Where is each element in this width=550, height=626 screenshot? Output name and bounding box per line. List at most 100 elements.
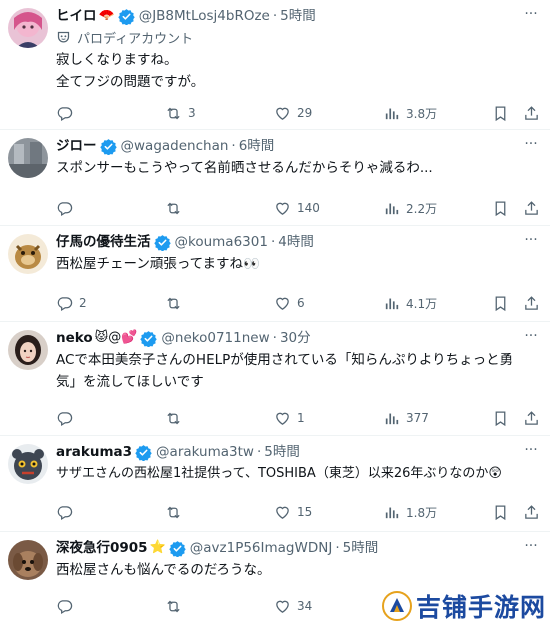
- like-button[interactable]: 140: [274, 200, 352, 217]
- display-name[interactable]: 仔馬の優待生活: [56, 231, 151, 253]
- like-count: 1: [297, 411, 305, 425]
- verified-badge-icon: [153, 234, 171, 251]
- view-count: 4.1万: [406, 296, 438, 311]
- retweet-button[interactable]: [165, 410, 243, 427]
- views-button[interactable]: 3.8万: [383, 105, 461, 122]
- view-count: 2.2万: [406, 201, 438, 216]
- views-icon: [385, 413, 399, 424]
- avatar[interactable]: [8, 540, 48, 580]
- display-name[interactable]: 深夜急行0905: [56, 537, 148, 559]
- like-button[interactable]: 6: [274, 295, 352, 312]
- display-name[interactable]: arakuma3: [56, 441, 132, 463]
- separator-dot: ·: [272, 8, 278, 24]
- like-count: 34: [297, 599, 313, 613]
- watermark-text: 吉铺手游网: [415, 593, 546, 622]
- timestamp[interactable]: 5時間: [280, 5, 316, 27]
- user-handle[interactable]: @JB8MtLosj4bROze: [139, 5, 270, 27]
- tweet-text: 西松屋さんも悩んでるのだろうな。: [56, 562, 271, 578]
- reply-button[interactable]: [56, 200, 134, 217]
- like-count: 140: [297, 201, 320, 215]
- retweet-button[interactable]: [165, 598, 243, 615]
- views-button[interactable]: 377: [383, 410, 461, 427]
- heart-icon: [276, 412, 289, 425]
- share-icon[interactable]: [523, 105, 540, 122]
- avatar[interactable]: [8, 8, 48, 48]
- name-emoji: 😾@💕: [94, 330, 138, 345]
- reply-button[interactable]: 2: [56, 295, 134, 312]
- retweet-button[interactable]: [165, 200, 243, 217]
- user-handle[interactable]: @arakuma3tw: [156, 441, 254, 463]
- avatar[interactable]: [8, 444, 48, 484]
- watermark-logo-icon: [381, 591, 412, 621]
- reply-count: 2: [79, 296, 87, 310]
- bookmark-icon[interactable]: [492, 295, 509, 312]
- views-button[interactable]: 1.8万: [383, 504, 461, 521]
- like-button[interactable]: 15: [274, 504, 352, 521]
- more-icon[interactable]: ···: [522, 537, 540, 559]
- display-name[interactable]: neko: [56, 327, 93, 349]
- share-icon[interactable]: [523, 504, 540, 521]
- tweet-text: 西松屋チェーン頑張ってますね👀: [56, 256, 260, 272]
- more-icon[interactable]: ···: [522, 135, 540, 157]
- avatar[interactable]: [8, 138, 48, 178]
- tweet[interactable]: neko 😾@💕 @neko0711new · 30分 ACで本田美奈子さんのH…: [0, 322, 550, 436]
- bookmark-icon[interactable]: [492, 200, 509, 217]
- reply-icon: [57, 411, 73, 426]
- user-handle[interactable]: @wagadenchan: [121, 135, 229, 157]
- user-handle[interactable]: @avz1P56ImagWDNJ: [190, 537, 333, 559]
- reply-button[interactable]: [56, 504, 134, 521]
- parody-text: パロディアカウント: [77, 31, 194, 47]
- reply-button[interactable]: [56, 105, 134, 122]
- tweet[interactable]: arakuma3 @arakuma3tw · 5時間 サザエさんの西松屋1社提供…: [0, 436, 550, 532]
- more-icon[interactable]: ···: [522, 5, 540, 27]
- share-icon[interactable]: [523, 295, 540, 312]
- display-name[interactable]: ヒイロ: [56, 5, 97, 27]
- heart-icon: [276, 107, 289, 120]
- timestamp[interactable]: 6時間: [239, 135, 275, 157]
- retweet-button[interactable]: [165, 504, 243, 521]
- bookmark-icon[interactable]: [492, 105, 509, 122]
- display-name[interactable]: ジロー: [56, 135, 97, 157]
- retweet-icon: [167, 600, 180, 612]
- tweet[interactable]: ジロー @wagadenchan · 6時間 スポンサーもこうやって名前晒させる…: [0, 130, 550, 226]
- share-icon[interactable]: [523, 200, 540, 217]
- user-handle[interactable]: @kouma6301: [175, 231, 268, 253]
- heart-icon: [276, 506, 289, 519]
- retweet-button[interactable]: [165, 295, 243, 312]
- views-icon: [385, 298, 399, 309]
- views-icon: [385, 507, 399, 518]
- timestamp[interactable]: 5時間: [343, 537, 379, 559]
- tweet[interactable]: ヒイロ 🪭 @JB8MtLosj4bROze · 5時間 パロディアカウント 寂…: [0, 0, 550, 130]
- bookmark-icon[interactable]: [492, 504, 509, 521]
- like-count: 29: [297, 106, 313, 120]
- user-handle[interactable]: @neko0711new: [161, 327, 269, 349]
- like-button[interactable]: 29: [274, 105, 352, 122]
- avatar[interactable]: [8, 330, 48, 370]
- timestamp[interactable]: 5時間: [264, 441, 300, 463]
- timestamp[interactable]: 30分: [280, 327, 311, 349]
- parody-label: パロディアカウント: [56, 27, 540, 47]
- more-icon[interactable]: ···: [522, 327, 540, 349]
- views-button[interactable]: 4.1万: [383, 295, 461, 312]
- separator-dot: ·: [272, 330, 277, 346]
- timestamp[interactable]: 4時間: [278, 231, 314, 253]
- tweet-text: サザエさんの西松屋1社提供って、TOSHIBA（東芝）以来26年ぶりなのか😲: [56, 466, 502, 481]
- views-button[interactable]: 2.2万: [383, 200, 461, 217]
- retweet-icon: [167, 412, 180, 424]
- reply-button[interactable]: [56, 410, 134, 427]
- like-button[interactable]: 34: [274, 598, 352, 615]
- tweet-text: スポンサーもこうやって名前晒させるんだからそりゃ減るわ...: [56, 160, 433, 176]
- like-button[interactable]: 1: [274, 410, 352, 427]
- avatar[interactable]: [8, 234, 48, 274]
- tweet[interactable]: 仔馬の優待生活 @kouma6301 · 4時間 西松屋チェーン頑張ってますね👀…: [0, 226, 550, 322]
- more-icon[interactable]: ···: [522, 441, 540, 463]
- reply-button[interactable]: [56, 598, 134, 615]
- share-icon[interactable]: [523, 410, 540, 427]
- bookmark-icon[interactable]: [492, 410, 509, 427]
- separator-dot: ·: [270, 234, 276, 250]
- heart-icon: [276, 600, 289, 613]
- separator-dot: ·: [231, 138, 236, 154]
- more-icon[interactable]: ···: [522, 231, 540, 253]
- views-icon: [385, 108, 399, 119]
- retweet-button[interactable]: 3: [165, 105, 243, 122]
